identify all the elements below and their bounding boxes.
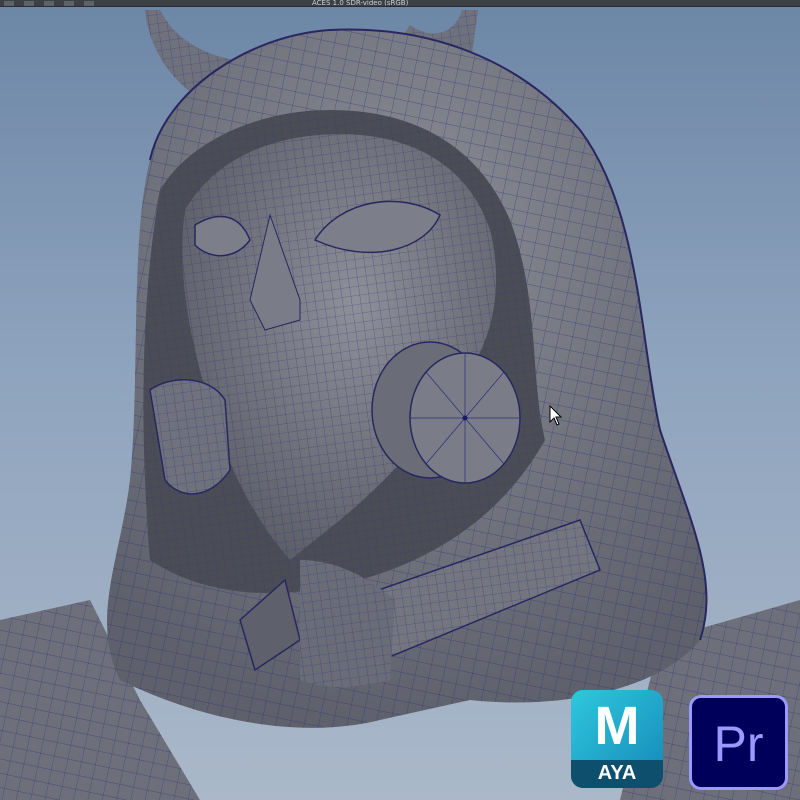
premiere-pro-logo: Pr bbox=[689, 695, 788, 790]
mouse-cursor-icon bbox=[549, 405, 563, 426]
maya-viewport[interactable]: ACES 1.0 SDR-video (sRGB) M AYA Pr bbox=[0, 0, 800, 800]
character-model-wireframe[interactable] bbox=[0, 0, 800, 800]
maya-logo: M AYA bbox=[571, 690, 663, 788]
